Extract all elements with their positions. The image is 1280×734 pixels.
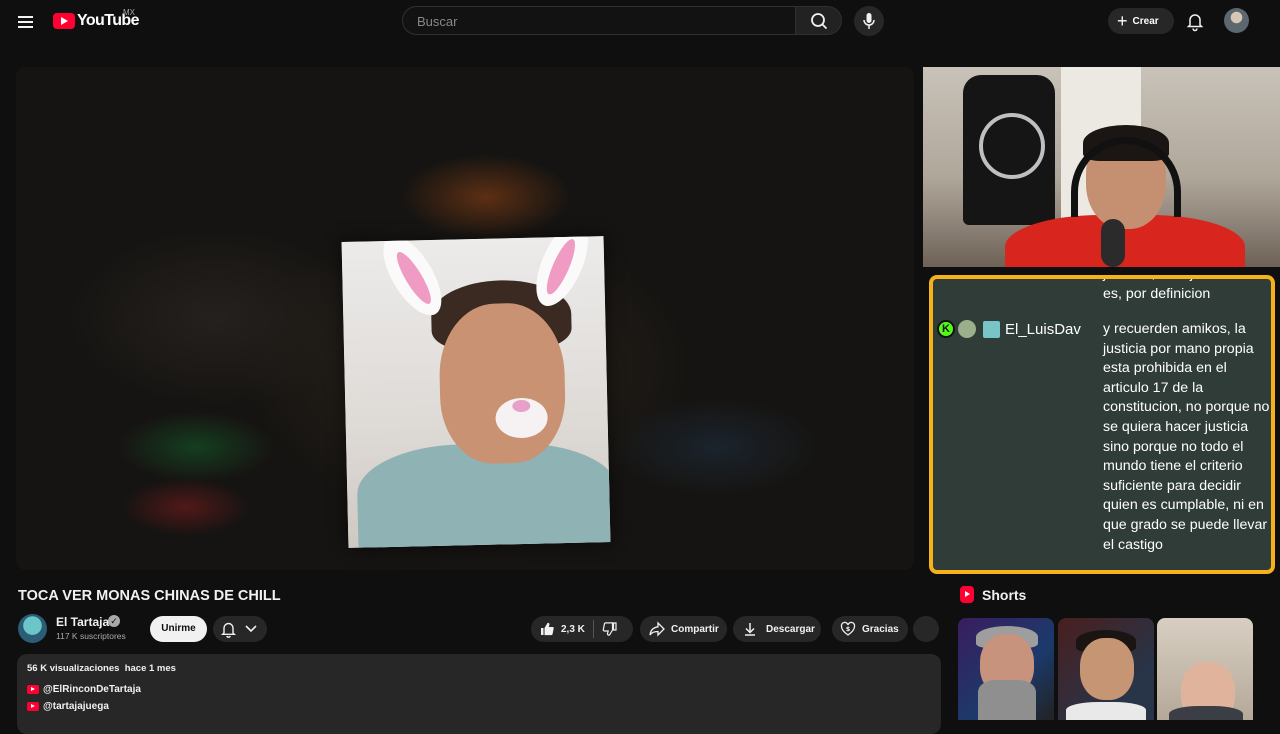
svg-text:$: $ xyxy=(846,625,851,633)
webcam-overlay xyxy=(923,67,1280,267)
bell-icon xyxy=(221,622,236,638)
description-link-text: @ElRinconDeTartaja xyxy=(43,684,141,695)
subscription-notifications-button[interactable] xyxy=(213,616,267,642)
chat-username: El_LuisDav xyxy=(1005,320,1081,338)
short-thumbnail[interactable] xyxy=(958,618,1054,720)
super-thanks-icon: $ xyxy=(840,621,856,636)
top-bar: YouTube MX + Crear xyxy=(0,0,1280,42)
user-badge-icon xyxy=(958,320,976,338)
previous-message-text: justicia", o es justicia o no es, por de… xyxy=(1103,279,1265,302)
join-button[interactable]: Unirme xyxy=(150,616,207,642)
search-icon xyxy=(811,13,827,29)
channel-avatar[interactable] xyxy=(18,614,47,643)
shorts-icon xyxy=(960,586,974,603)
share-icon xyxy=(649,621,665,637)
like-icon[interactable] xyxy=(539,621,555,637)
dislike-icon[interactable] xyxy=(602,621,618,637)
subscriber-count: 117 K suscriptores xyxy=(56,631,126,641)
chat-overlay: justicia", o es justicia o no es, por de… xyxy=(929,275,1275,574)
create-button[interactable]: + Crear xyxy=(1108,8,1174,34)
chevron-down-icon xyxy=(245,625,257,633)
kick-badge-icon: K xyxy=(937,320,955,338)
download-label: Descargar xyxy=(766,623,815,635)
description-link-text: @tartajajuega xyxy=(43,701,109,712)
chat-message-text: y recuerden amikos, la justicia por mano… xyxy=(1103,321,1270,553)
account-avatar[interactable] xyxy=(1224,8,1249,33)
search-box xyxy=(402,6,796,35)
download-icon xyxy=(745,623,755,636)
video-title: TOCA VER MONAS CHINAS DE CHILL xyxy=(18,588,281,604)
channel-name[interactable]: El Tartaja xyxy=(56,615,109,629)
more-actions-button[interactable] xyxy=(913,616,939,642)
create-label: Crear xyxy=(1132,15,1159,27)
video-player[interactable] xyxy=(16,67,914,570)
view-count: 56 K visualizaciones xyxy=(27,663,120,674)
youtube-channel-icon xyxy=(27,702,39,711)
shorts-header: Shorts xyxy=(960,586,1026,603)
notifications-button[interactable] xyxy=(1182,8,1208,34)
thanks-button[interactable]: $ Gracias xyxy=(832,616,908,642)
like-divider xyxy=(592,620,594,638)
like-count[interactable]: 2,3 K xyxy=(561,624,585,635)
description-meta: 56 K visualizaciones hace 1 mes xyxy=(27,663,176,674)
video-frame-photo xyxy=(341,236,611,548)
youtube-play-icon xyxy=(53,13,75,29)
description-link[interactable]: @tartajajuega xyxy=(27,701,109,712)
verified-icon: ✓ xyxy=(108,615,120,627)
description-link[interactable]: @ElRinconDeTartaja xyxy=(27,684,141,695)
upload-date: hace 1 mes xyxy=(124,663,176,674)
share-button[interactable]: Compartir xyxy=(640,616,727,642)
country-code: MX xyxy=(123,8,135,17)
plus-icon: + xyxy=(1117,11,1128,31)
download-button[interactable]: Descargar xyxy=(733,616,821,642)
share-label: Compartir xyxy=(671,623,719,635)
short-thumbnail[interactable] xyxy=(1157,618,1253,720)
youtube-channel-icon xyxy=(27,685,39,694)
like-dislike-bar: 2,3 K xyxy=(531,616,633,642)
search-input[interactable] xyxy=(415,13,779,30)
menu-icon[interactable] xyxy=(12,8,40,36)
shorts-title: Shorts xyxy=(982,586,1027,603)
voice-search-button[interactable] xyxy=(854,6,884,36)
chat-username-row: K El_LuisDav xyxy=(937,320,1081,338)
bell-icon xyxy=(1186,14,1204,32)
description-box[interactable]: 56 K visualizaciones hace 1 mes @ElRinco… xyxy=(17,654,941,734)
emote-badge-icon xyxy=(983,320,1000,338)
short-thumbnail[interactable] xyxy=(1058,618,1154,720)
thanks-label: Gracias xyxy=(862,623,899,635)
microphone-icon xyxy=(863,13,875,29)
search-button[interactable] xyxy=(796,6,842,35)
